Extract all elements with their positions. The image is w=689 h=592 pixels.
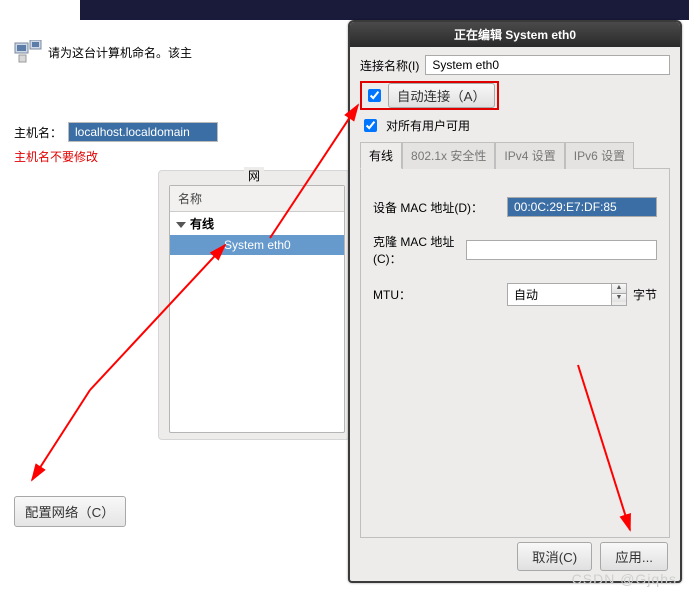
tabpane-wired: 设备 MAC 地址(D)： 00:0C:29:E7:DF:85 克隆 MAC 地… [360,168,670,538]
device-mac-value[interactable]: 00:0C:29:E7:DF:85 [507,197,657,217]
all-users-checkbox[interactable] [364,119,377,132]
tabs: 有线 802.1x 安全性 IPv4 设置 IPv6 设置 [360,141,670,168]
edit-connection-dialog: 正在编辑 System eth0 连接名称(I) 自动连接（A） 对所有用户可用… [348,20,682,583]
column-name-header: 名称 [170,186,344,212]
cancel-button[interactable]: 取消(C) [517,542,592,571]
hostname-input[interactable] [68,122,218,142]
auto-connect-button[interactable]: 自动连接（A） [388,83,495,108]
tab-wired[interactable]: 有线 [360,142,402,169]
spin-down-icon[interactable]: ▼ [612,293,626,302]
connections-list[interactable]: 名称 有线 System eth0 [169,185,345,433]
device-mac-label: 设备 MAC 地址(D)： [373,199,501,216]
clone-mac-input[interactable] [466,240,657,260]
auto-connect-highlight: 自动连接（A） [360,81,499,110]
mtu-value[interactable]: 自动 [507,283,612,306]
expand-triangle-icon [176,222,186,228]
network-panel-title: 网 [244,167,264,184]
configure-network-button[interactable]: 配置网络（C） [14,496,126,527]
connection-name-label: 连接名称(I) [360,57,419,74]
wired-group-row[interactable]: 有线 [170,212,344,235]
connection-item-system-eth0[interactable]: System eth0 [170,235,344,255]
spin-up-icon[interactable]: ▲ [612,284,626,293]
hostname-label: 主机名： [14,124,62,141]
tab-8021x[interactable]: 802.1x 安全性 [402,142,495,169]
tab-ipv4[interactable]: IPv4 设置 [495,142,564,169]
all-users-label: 对所有用户可用 [386,117,470,134]
watermark: CSDN @Gjqhs [572,571,677,587]
mtu-spinner[interactable]: ▲ ▼ [612,283,627,306]
tab-ipv6[interactable]: IPv6 设置 [565,142,634,169]
network-panel: 网 名称 有线 System eth0 [158,170,350,440]
auto-connect-checkbox[interactable] [368,89,381,102]
mtu-unit: 字节 [633,286,657,303]
connection-name-input[interactable] [425,55,670,75]
dialog-title: 正在编辑 System eth0 [350,22,680,47]
hostname-warning: 主机名不要修改 [14,148,326,165]
mtu-label: MTU： [373,286,501,303]
computer-icon [14,40,42,64]
wired-group-label: 有线 [190,217,214,231]
hostname-prompt: 请为这台计算机命名。该主 [48,44,192,61]
clone-mac-label: 克隆 MAC 地址(C)： [373,233,460,267]
apply-button[interactable]: 应用... [600,542,668,571]
